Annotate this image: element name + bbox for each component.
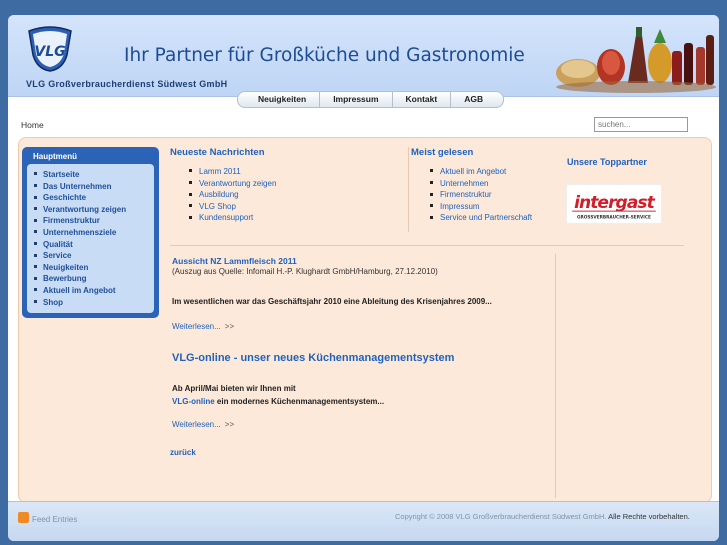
list-item[interactable]: Verantwortung zeigen <box>189 178 276 190</box>
feed-entries-link[interactable]: Feed Entries <box>32 515 77 524</box>
list-item[interactable]: Kundensupport <box>189 212 276 224</box>
bullet-icon <box>34 288 37 292</box>
bullet-icon <box>34 299 37 303</box>
bullet-icon <box>430 204 433 208</box>
partner-title: Unsere Toppartner <box>567 157 647 167</box>
main-menu: Hauptmenü Startseite Das Unternehmen Ges… <box>22 147 159 318</box>
bullet-icon <box>189 180 192 184</box>
list-item[interactable]: Ausbildung <box>189 189 276 201</box>
menu-item-geschichte[interactable]: Geschichte <box>27 192 154 204</box>
main-menu-list: Startseite Das Unternehmen Geschichte Ve… <box>27 164 154 313</box>
bullet-icon <box>430 215 433 219</box>
svg-text:intergast: intergast <box>574 193 656 213</box>
list-item[interactable]: VLG Shop <box>189 201 276 213</box>
menu-item-bewerbung[interactable]: Bewerbung <box>27 273 154 285</box>
nav-kontakt[interactable]: Kontakt <box>393 92 452 107</box>
bullet-icon <box>189 204 192 208</box>
breadcrumb[interactable]: Home <box>21 120 44 130</box>
bullet-icon <box>430 192 433 196</box>
list-item[interactable]: Aktuell im Angebot <box>430 166 532 178</box>
list-item[interactable]: Service und Partnerschaft <box>430 212 532 224</box>
bullet-icon <box>34 253 37 257</box>
svg-text:VLG: VLG <box>34 44 65 60</box>
menu-item-firmenstruktur[interactable]: Firmenstruktur <box>27 215 154 227</box>
article-2-read-more[interactable]: Weiterlesen... >> <box>172 420 234 429</box>
menu-item-angebot[interactable]: Aktuell im Angebot <box>27 285 154 297</box>
bullet-icon <box>430 169 433 173</box>
bullet-icon <box>189 192 192 196</box>
food-photo <box>556 27 716 93</box>
bullet-icon <box>34 218 37 222</box>
bullet-icon <box>34 207 37 211</box>
menu-item-verantwortung[interactable]: Verantwortung zeigen <box>27 204 154 216</box>
divider <box>170 245 684 246</box>
menu-item-unternehmen[interactable]: Das Unternehmen <box>27 181 154 193</box>
nav-impressum[interactable]: Impressum <box>320 92 393 107</box>
headline: Ihr Partner für Großküche und Gastronomi… <box>124 45 525 66</box>
list-item[interactable]: Firmenstruktur <box>430 189 532 201</box>
article-1-teaser: Im wesentlichen war das Geschäftsjahr 20… <box>172 297 492 306</box>
search-input[interactable] <box>594 117 688 132</box>
double-arrow-icon: >> <box>224 322 235 331</box>
rss-icon[interactable] <box>18 512 29 523</box>
bullet-icon <box>34 195 37 199</box>
header: VLG VLG Großverbraucherdienst Südwest Gm… <box>8 15 719 97</box>
menu-item-unternehmensziele[interactable]: Unternehmensziele <box>27 227 154 239</box>
menu-item-startseite[interactable]: Startseite <box>27 169 154 181</box>
article-1-subtitle: (Auszug aus Quelle: Infomail H.-P. Klugh… <box>172 267 438 276</box>
newest-news-list: Lamm 2011 Verantwortung zeigen Ausbildun… <box>189 166 276 224</box>
divider <box>408 147 409 232</box>
list-item[interactable]: Unternehmen <box>430 178 532 190</box>
vlg-logo[interactable]: VLG <box>25 25 75 73</box>
main-menu-title: Hauptmenü <box>33 152 77 161</box>
double-arrow-icon: >> <box>224 420 235 429</box>
article-2-teaser: Ab April/Mai bieten wir Ihnen mit VLG-on… <box>172 384 385 406</box>
back-link[interactable]: zurück <box>170 448 196 457</box>
vlg-online-link[interactable]: VLG-online <box>172 397 215 406</box>
bullet-icon <box>34 183 37 187</box>
bullet-icon <box>34 241 37 245</box>
menu-item-qualitaet[interactable]: Qualität <box>27 239 154 251</box>
top-navigation: Neuigkeiten Impressum Kontakt AGB <box>237 91 505 108</box>
bullet-icon <box>34 172 37 176</box>
menu-item-service[interactable]: Service <box>27 250 154 262</box>
list-item[interactable]: Lamm 2011 <box>189 166 276 178</box>
company-name: VLG Großverbraucherdienst Südwest GmbH <box>26 79 228 89</box>
bullet-icon <box>34 276 37 280</box>
nav-neuigkeiten[interactable]: Neuigkeiten <box>245 92 321 107</box>
intergast-logo[interactable]: intergast GROSSVERBRAUCHER-SERVICE <box>566 184 662 224</box>
bullet-icon <box>34 230 37 234</box>
menu-item-shop[interactable]: Shop <box>27 297 154 309</box>
bullet-icon <box>430 180 433 184</box>
bullet-icon <box>34 265 37 269</box>
newest-news-title: Neueste Nachrichten <box>170 147 265 158</box>
svg-text:GROSSVERBRAUCHER-SERVICE: GROSSVERBRAUCHER-SERVICE <box>577 214 651 220</box>
nav-agb[interactable]: AGB <box>451 92 496 107</box>
article-1-title[interactable]: Aussicht NZ Lammfleisch 2011 <box>172 256 297 266</box>
most-read-title: Meist gelesen <box>411 147 474 158</box>
article-2-title[interactable]: VLG-online - unser neues Küchenmanagemen… <box>172 352 454 364</box>
most-read-list: Aktuell im Angebot Unternehmen Firmenstr… <box>430 166 532 224</box>
menu-item-neuigkeiten[interactable]: Neuigkeiten <box>27 262 154 274</box>
bullet-icon <box>189 169 192 173</box>
divider <box>555 254 556 498</box>
list-item[interactable]: Impressum <box>430 201 532 213</box>
page: VLG VLG Großverbraucherdienst Südwest Gm… <box>8 15 719 541</box>
copyright: Copyright © 2008 VLG Großverbraucherdien… <box>395 512 690 521</box>
bullet-icon <box>189 215 192 219</box>
footer: Feed Entries Copyright © 2008 VLG Großve… <box>8 501 719 541</box>
article-1-read-more[interactable]: Weiterlesen... >> <box>172 322 234 331</box>
